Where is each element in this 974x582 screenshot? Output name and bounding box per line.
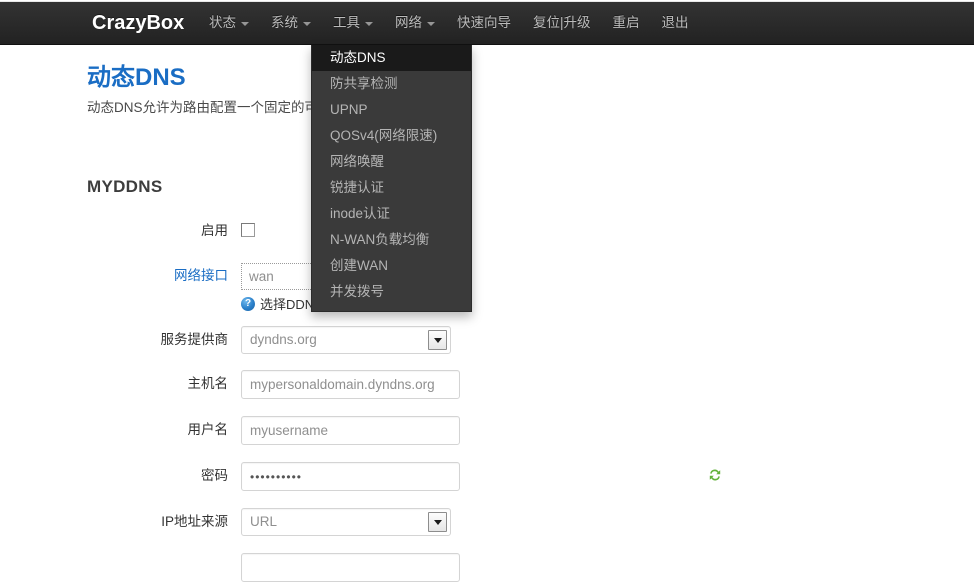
dropdown-item-ruijie-auth[interactable]: 锐捷认证	[312, 175, 471, 201]
tools-dropdown-menu: 动态DNS 防共享检测 UPNP QOSv4(网络限速) 网络唤醒 锐捷认证 i…	[311, 45, 472, 312]
dropdown-item-anti-share[interactable]: 防共享检测	[312, 71, 471, 97]
network-interface-hint: ? 选择DDN	[241, 294, 317, 313]
ip-source-select[interactable]: URL	[241, 508, 451, 536]
network-interface-hint-text: 选择DDN	[260, 294, 314, 313]
dropdown-arrow-icon[interactable]	[428, 330, 447, 350]
dropdown-item-nwan-balance[interactable]: N-WAN负载均衡	[312, 227, 471, 253]
nav-item-reboot[interactable]: 重启	[602, 2, 651, 45]
dropdown-arrow-icon[interactable]	[428, 512, 447, 532]
form-row-hostname: 主机名	[0, 369, 700, 399]
nav-item-label: 退出	[662, 13, 689, 33]
dropdown-item-qosv4[interactable]: QOSv4(网络限速)	[312, 123, 471, 149]
label-service-provider: 服务提供商	[0, 325, 228, 355]
dropdown-item-ddns[interactable]: 动态DNS	[312, 45, 471, 71]
page-title: 动态DNS	[87, 63, 186, 93]
dropdown-item-create-wan[interactable]: 创建WAN	[312, 253, 471, 279]
password-input[interactable]	[241, 462, 460, 491]
dropdown-item-concurrent-dial[interactable]: 并发拨号	[312, 279, 471, 305]
nav-item-label: 工具	[333, 13, 360, 33]
navbar-items: 状态 系统 工具 网络 快速向导 复位|升级 重启	[198, 2, 700, 45]
label-password: 密码	[0, 461, 228, 491]
nav-item-label: 快速向导	[457, 13, 511, 33]
form-row-username: 用户名	[0, 415, 700, 445]
page-content: 动态DNS 动态DNS允许为路由配置一个固定的可 IP可以是动态的。 MYDDN…	[0, 45, 974, 562]
refresh-icon[interactable]	[707, 467, 723, 483]
nav-item-label: 复位|升级	[533, 13, 591, 33]
service-provider-value: dyndns.org	[250, 327, 317, 353]
nav-item-tools[interactable]: 工具	[322, 2, 384, 45]
chevron-down-icon	[241, 22, 249, 26]
nav-item-reset-upgrade[interactable]: 复位|升级	[522, 2, 602, 45]
label-ip-source: IP地址来源	[0, 507, 228, 537]
dropdown-item-wake-on-lan[interactable]: 网络唤醒	[312, 149, 471, 175]
nav-item-wizard[interactable]: 快速向导	[446, 2, 522, 45]
nav-item-label: 状态	[209, 13, 236, 33]
label-hostname: 主机名	[0, 369, 228, 399]
nav-item-logout[interactable]: 退出	[651, 2, 700, 45]
dropdown-item-inode-auth[interactable]: inode认证	[312, 201, 471, 227]
nav-item-system[interactable]: 系统	[260, 2, 322, 45]
enable-checkbox[interactable]	[241, 223, 255, 237]
dropdown-item-upnp[interactable]: UPNP	[312, 97, 471, 123]
nav-item-label: 网络	[395, 13, 422, 33]
form-row-service-provider: 服务提供商 dyndns.org	[0, 325, 700, 355]
service-provider-select[interactable]: dyndns.org	[241, 326, 451, 354]
ip-source-value: URL	[250, 509, 277, 535]
chevron-down-icon	[427, 22, 435, 26]
form-row-ip-source-url	[0, 552, 700, 582]
top-navbar: CrazyBox 状态 系统 工具 网络 快速向导 复位|升级	[0, 2, 974, 45]
section-title: MYDDNS	[87, 177, 162, 197]
ip-source-url-input[interactable]	[241, 553, 460, 582]
username-input[interactable]	[241, 416, 460, 445]
form-row-password: 密码	[0, 461, 700, 491]
nav-item-label: 系统	[271, 13, 298, 33]
nav-item-label: 重启	[613, 13, 640, 33]
chevron-down-icon	[303, 22, 311, 26]
brand-logo[interactable]: CrazyBox	[92, 10, 184, 36]
chevron-down-icon	[365, 22, 373, 26]
hostname-input[interactable]	[241, 370, 460, 399]
network-interface-input[interactable]: wan	[241, 263, 317, 290]
nav-item-network[interactable]: 网络	[384, 2, 446, 45]
form-row-ip-source: IP地址来源 URL	[0, 507, 700, 537]
label-enable: 启用	[0, 216, 228, 246]
help-question-icon[interactable]: ?	[241, 297, 255, 311]
nav-item-status[interactable]: 状态	[198, 2, 260, 45]
label-network-interface[interactable]: 网络接口	[0, 261, 228, 291]
label-username: 用户名	[0, 415, 228, 445]
